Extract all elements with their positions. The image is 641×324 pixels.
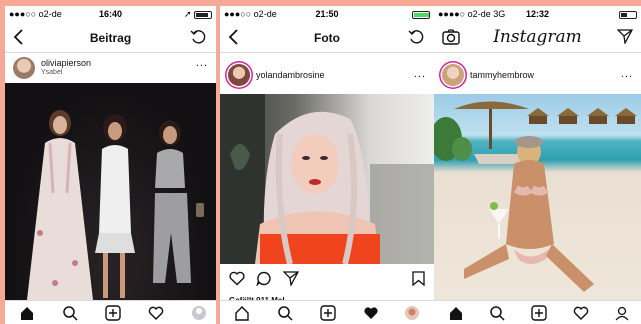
post-username[interactable]: tammyhembrow [470, 70, 534, 80]
send-icon[interactable] [616, 29, 634, 49]
tab-bar [434, 300, 641, 324]
profile-icon[interactable] [191, 305, 207, 321]
add-icon[interactable] [531, 305, 547, 321]
heart-icon[interactable] [573, 305, 589, 321]
avatar[interactable] [442, 64, 464, 86]
more-options-button[interactable]: ... [621, 68, 633, 80]
post-header: oliviapierson Ysabel ... [5, 53, 216, 83]
home-icon[interactable] [234, 305, 250, 321]
profile-icon[interactable] [614, 305, 630, 321]
post-photo[interactable] [5, 83, 216, 300]
more-options-button[interactable]: ... [196, 57, 208, 69]
nav-bar: Foto [220, 23, 434, 53]
profile-icon[interactable] [404, 305, 420, 321]
phone-screen-3: ●●●●○ o2-de 3G 12:32 Instagram tammyhemb… [434, 6, 641, 324]
nav-bar: Beitrag [5, 23, 216, 53]
post-header: yolandambrosine ... [220, 59, 434, 89]
status-bar: ●●●○○ o2-de 16:40 ➚ [5, 6, 216, 22]
post-username[interactable]: oliviapierson [41, 58, 91, 68]
heart-icon[interactable] [229, 271, 245, 291]
post-photo[interactable] [220, 94, 434, 264]
send-icon[interactable] [282, 271, 300, 291]
nav-bar: Instagram [434, 23, 641, 53]
page-title: Beitrag [89, 31, 132, 45]
post-username[interactable]: yolandambrosine [256, 70, 325, 80]
tab-bar [5, 300, 216, 324]
bookmark-icon[interactable] [412, 271, 425, 291]
post-actions [220, 268, 434, 290]
battery-icon: ➚ [184, 9, 212, 20]
search-icon[interactable] [489, 305, 505, 321]
phone-screen-2: ●●●○○ o2-de 21:50 Foto yolandambrosine .… [220, 6, 434, 324]
add-icon[interactable] [320, 305, 336, 321]
post-header: tammyhembrow ... [434, 59, 641, 89]
comment-icon[interactable] [256, 271, 272, 291]
status-time: 12:32 [525, 9, 550, 19]
heart-icon[interactable] [363, 305, 379, 321]
post-photo[interactable] [434, 94, 641, 300]
status-bar: ●●●○○ o2-de 21:50 [220, 6, 434, 22]
avatar[interactable] [228, 64, 250, 86]
status-bar: ●●●●○ o2-de 3G 12:32 [434, 6, 641, 22]
home-icon[interactable] [448, 305, 464, 321]
add-icon[interactable] [105, 305, 121, 321]
page-title: Foto [314, 31, 340, 45]
refresh-icon[interactable] [408, 29, 426, 50]
post-location[interactable]: Ysabel [41, 69, 62, 76]
search-icon[interactable] [277, 305, 293, 321]
phone-screen-1: ●●●○○ o2-de 16:40 ➚ Beitrag oliviapierso… [5, 6, 216, 324]
more-options-button[interactable]: ... [414, 68, 426, 80]
status-time: 21:50 [315, 9, 339, 19]
tab-bar [220, 300, 434, 324]
avatar[interactable] [13, 57, 35, 79]
search-icon[interactable] [62, 305, 78, 321]
refresh-icon[interactable] [190, 29, 208, 50]
battery-icon [412, 9, 430, 19]
battery-icon [619, 9, 637, 19]
heart-icon[interactable] [148, 305, 164, 321]
app-logo: Instagram [493, 27, 582, 47]
home-icon[interactable] [19, 305, 35, 321]
